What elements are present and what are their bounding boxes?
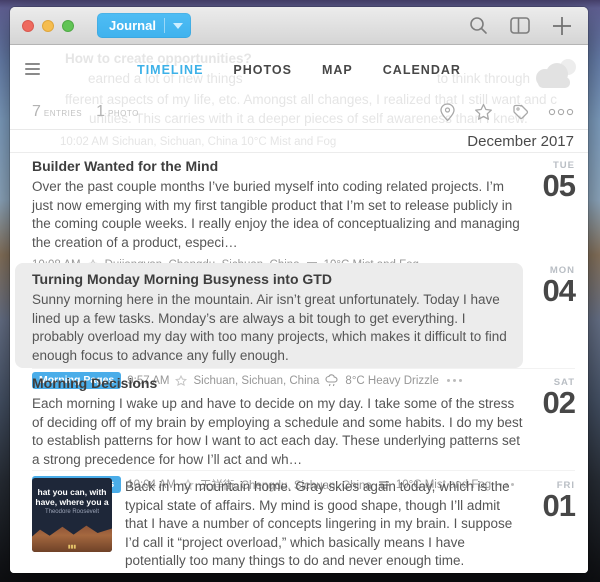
entry-title: Builder Wanted for the Mind xyxy=(32,158,523,175)
journal-entry[interactable]: Builder Wanted for the Mind Over the pas… xyxy=(32,153,575,258)
entry-day-number: 04 xyxy=(523,276,575,306)
journal-button-divider xyxy=(164,18,165,33)
chevron-down-icon xyxy=(173,23,183,29)
entry-preview-text: Each morning I wake up and have to decid… xyxy=(32,395,523,469)
more-options-icon[interactable] xyxy=(548,108,574,116)
journal-app-window: Journal How to create opportunities? ear… xyxy=(10,7,588,573)
entries-list: Builder Wanted for the Mind Over the pas… xyxy=(10,153,588,571)
close-window-button[interactable] xyxy=(22,20,34,32)
journal-entry-selected[interactable]: Turning Monday Morning Busyness into GTD… xyxy=(32,258,575,368)
traffic-lights xyxy=(22,20,74,32)
entry-preview-text: Sunny morning here in the mountain. Air … xyxy=(32,291,509,365)
month-header: December 2017 xyxy=(467,133,574,150)
split-view-icon[interactable] xyxy=(510,17,530,34)
entry-title: Turning Monday Morning Busyness into GTD xyxy=(32,271,509,288)
minimize-window-button[interactable] xyxy=(42,20,54,32)
menu-icon[interactable] xyxy=(25,63,40,78)
stats-bar: 7 ENTRIES 1 PHOTO xyxy=(10,95,588,130)
entry-preview-text: Back in my mountain home. Gray skies aga… xyxy=(125,478,523,571)
quote-image-text: hat you can, with have, where you a Theo… xyxy=(32,478,112,515)
entry-photo-thumbnail[interactable]: hat you can, with have, where you a Theo… xyxy=(32,478,112,552)
entry-date: TUE 05 xyxy=(523,158,575,258)
new-entry-plus-icon[interactable] xyxy=(552,16,572,36)
journal-entry[interactable]: Morning Decisions Each morning I wake up… xyxy=(32,368,575,470)
search-icon[interactable] xyxy=(469,16,488,35)
photos-count: 1 PHOTO xyxy=(96,103,139,121)
tag-filter-icon[interactable] xyxy=(511,103,530,121)
star-filter-icon[interactable] xyxy=(474,103,493,121)
location-filter-icon[interactable] xyxy=(439,103,456,122)
nav-bar: TIMELINE PHOTOS MAP CALENDAR xyxy=(10,45,588,95)
tab-map[interactable]: MAP xyxy=(322,63,353,77)
entry-date: SAT 02 xyxy=(523,375,575,470)
journal-selector-button[interactable]: Journal xyxy=(97,13,191,38)
entry-day-number: 02 xyxy=(523,388,575,418)
tab-calendar[interactable]: CALENDAR xyxy=(383,63,461,77)
journal-selector-label: Journal xyxy=(109,18,156,33)
journal-entry[interactable]: hat you can, with have, where you a Theo… xyxy=(32,470,575,571)
zoom-window-button[interactable] xyxy=(62,20,74,32)
timeline-content: How to create opportunities? earned a lo… xyxy=(10,45,588,573)
entry-preview-text: Over the past couple months I’ve buried … xyxy=(32,178,523,252)
month-header-row: December 2017 xyxy=(10,130,588,153)
entry-title: Morning Decisions xyxy=(32,375,523,392)
entry-date: FRI 01 xyxy=(523,478,575,571)
entry-date: MON 04 xyxy=(523,263,575,368)
tab-timeline[interactable]: TIMELINE xyxy=(137,63,203,77)
window-titlebar[interactable]: Journal xyxy=(10,7,588,45)
selected-entry-highlight: Turning Monday Morning Busyness into GTD… xyxy=(15,263,523,368)
quote-image-watermark: ▮▮▮ xyxy=(32,544,112,550)
entries-count: 7 ENTRIES xyxy=(32,103,82,121)
entry-day-number: 01 xyxy=(523,491,575,521)
tab-photos[interactable]: PHOTOS xyxy=(233,63,292,77)
entry-day-number: 05 xyxy=(523,171,575,201)
weather-cloud-icon xyxy=(530,57,580,94)
